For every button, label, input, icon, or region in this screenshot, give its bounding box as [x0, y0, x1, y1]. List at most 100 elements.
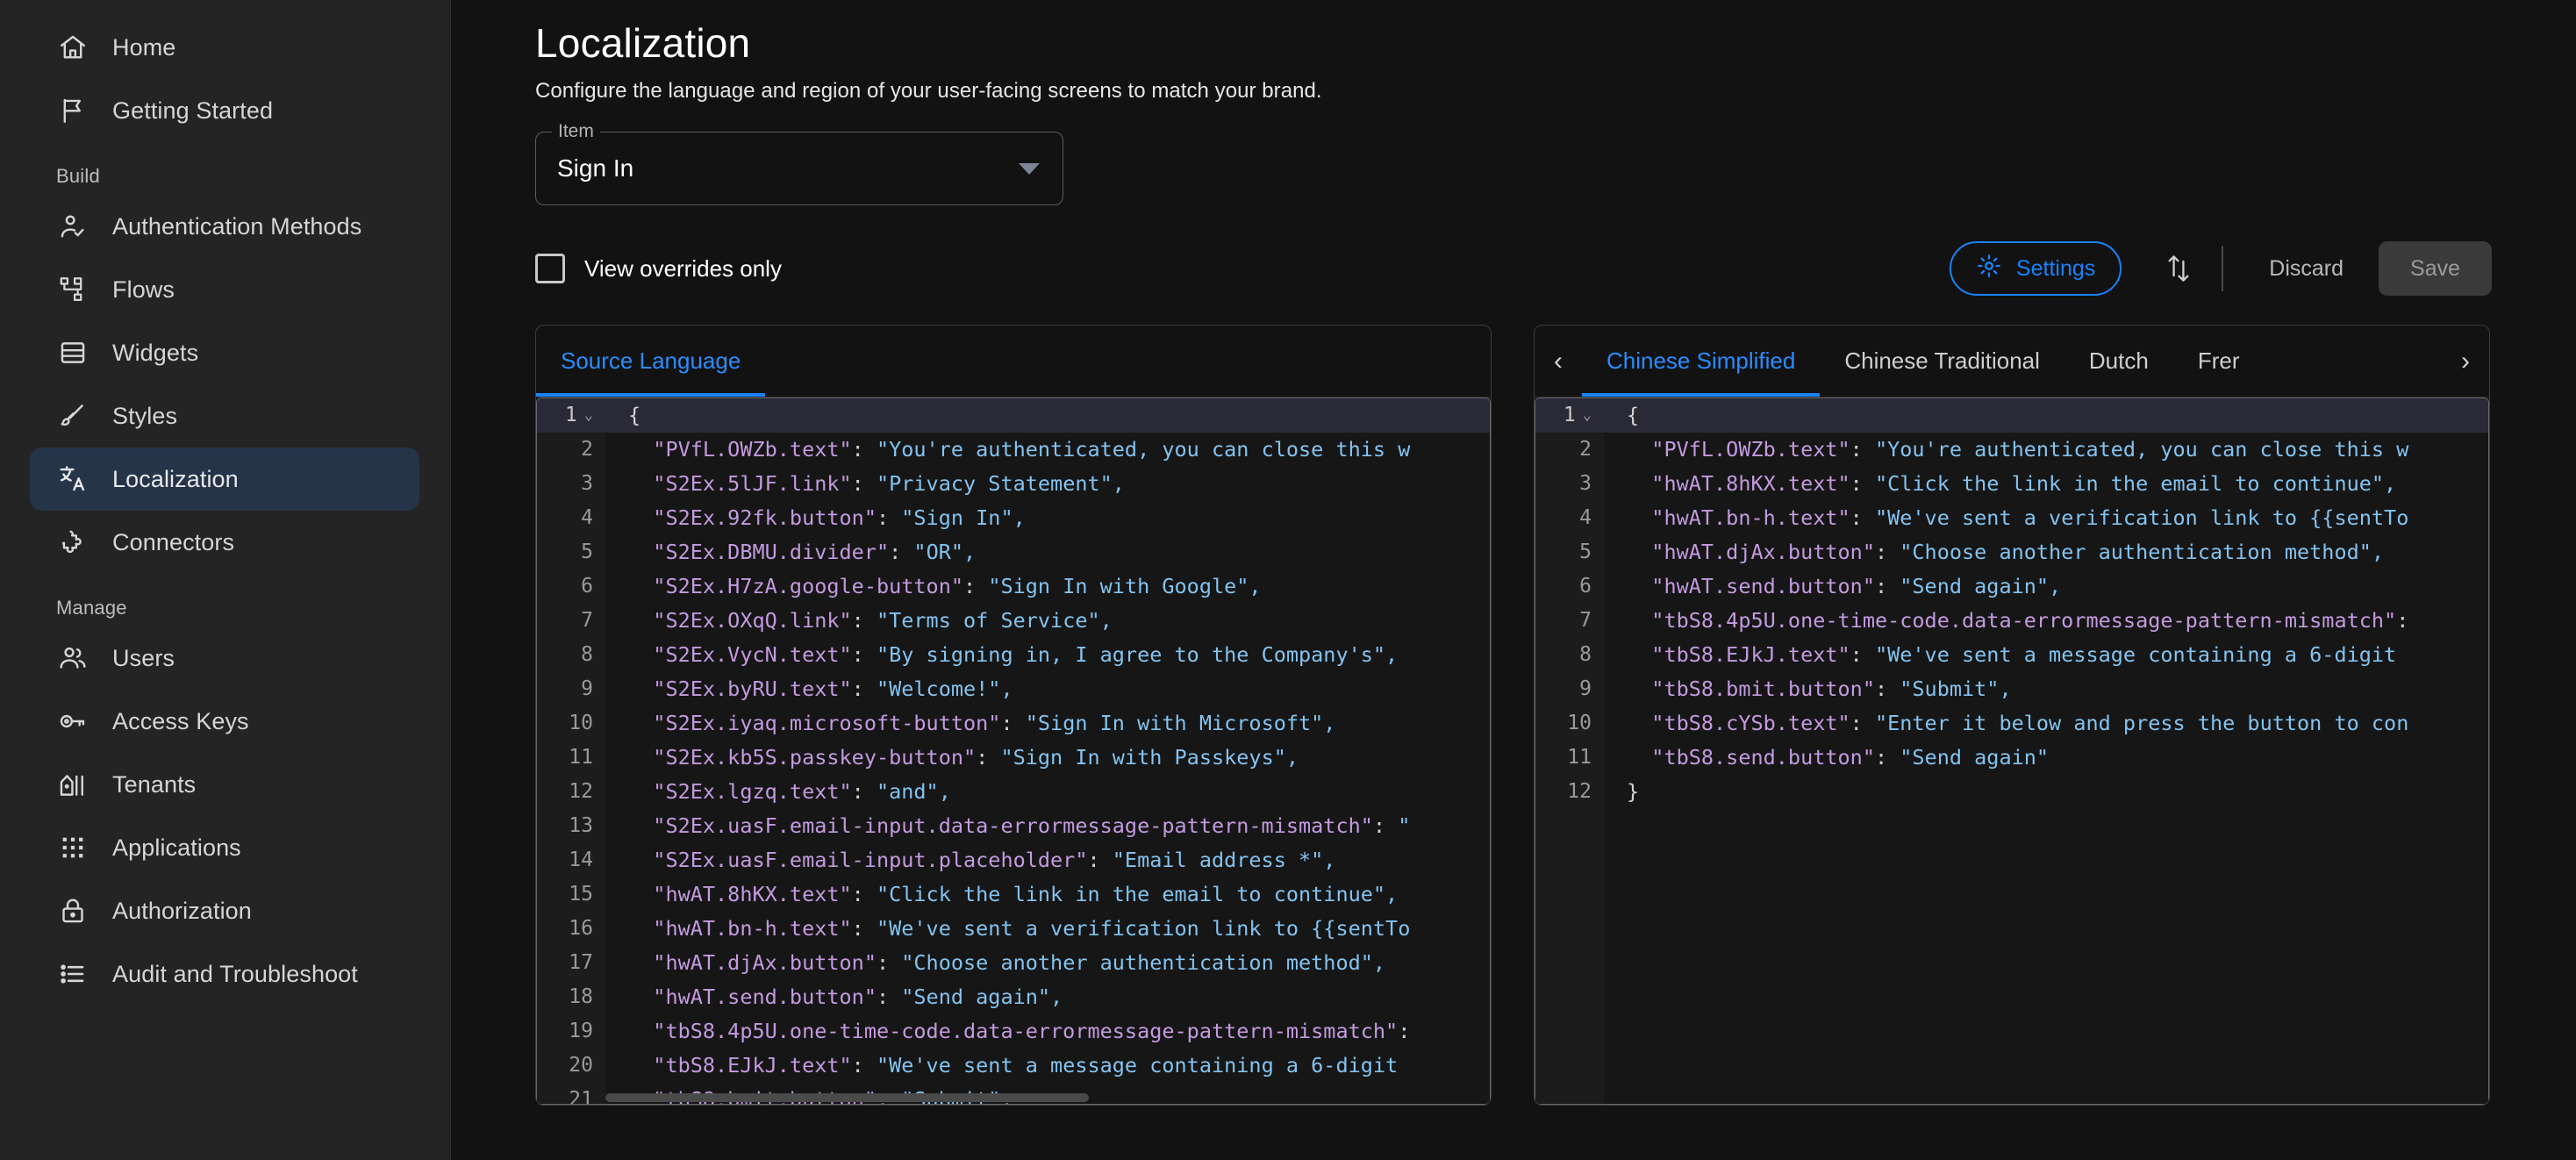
sidebar-item-label: Widgets [112, 340, 198, 367]
list-icon [56, 957, 89, 991]
line-number: 7 [1535, 604, 1604, 638]
source-language-panel: Source Language 1⌄2345678910111213141516… [535, 325, 1492, 1106]
code-line: "S2Ex.OXqQ.link": "Terms of Service", [605, 604, 1490, 638]
sidebar-item-styles[interactable]: Styles [30, 384, 419, 448]
tab-source-language[interactable]: Source Language [536, 326, 765, 397]
line-number: 10 [537, 706, 605, 741]
source-language-editor[interactable]: 1⌄2345678910111213141516171819202122 { "… [536, 397, 1491, 1105]
code-line: { [605, 398, 1490, 433]
code-line: "S2Ex.92fk.button": "Sign In", [605, 501, 1490, 535]
source-language-tabbar: Source Language [536, 326, 1491, 397]
code-line: "tbS8.cYSb.text": "Enter it below and pr… [1604, 706, 2488, 741]
save-button[interactable]: Save [2379, 241, 2492, 296]
line-number: 4 [537, 501, 605, 535]
code-line: "tbS8.4p5U.one-time-code.data-errormessa… [605, 1014, 1490, 1049]
flag-icon [56, 94, 89, 127]
tab-chinese-simplified[interactable]: Chinese Simplified [1582, 326, 1820, 397]
item-select[interactable]: Item Sign In [535, 132, 1063, 205]
sidebar-item-connectors[interactable]: Connectors [30, 511, 419, 574]
tab-label: Frer [2198, 347, 2240, 375]
sidebar-item-applications[interactable]: Applications [30, 816, 419, 879]
translation-panel: ‹ Chinese Simplified Chinese Traditional… [1534, 325, 2490, 1106]
sidebar-item-label: Users [112, 645, 175, 672]
app-root: Home Getting Started Build Authenticatio… [0, 0, 2576, 1160]
code-line: { [1604, 398, 2488, 433]
sidebar-item-label: Flows [112, 276, 175, 304]
line-number: 8 [1535, 638, 1604, 672]
discard-button[interactable]: Discard [2246, 241, 2366, 296]
tab-label: Chinese Traditional [1844, 347, 2040, 375]
code-line: "hwAT.bn-h.text": "We've sent a verifica… [1604, 501, 2488, 535]
line-number: 16 [537, 912, 605, 946]
sidebar-item-tenants[interactable]: Tenants [30, 753, 419, 816]
sidebar-item-flows[interactable]: Flows [30, 258, 419, 321]
chevron-right-icon[interactable]: › [2442, 326, 2489, 397]
sidebar-item-label: Access Keys [112, 708, 249, 735]
line-number: 5 [537, 535, 605, 569]
sidebar-item-access-keys[interactable]: Access Keys [30, 690, 419, 753]
translation-editor[interactable]: 1⌄23456789101112 { "PVfL.OWZb.text": "Yo… [1535, 397, 2489, 1105]
line-number: 13 [537, 809, 605, 843]
code-line: "tbS8.bmit.button": "Submit", [1604, 672, 2488, 706]
settings-button[interactable]: Settings [1950, 241, 2122, 296]
settings-button-label: Settings [2016, 256, 2095, 282]
code-line: "hwAT.send.button": "Send again", [1604, 569, 2488, 604]
sidebar-item-label: Connectors [112, 529, 234, 556]
chevron-left-icon[interactable]: ‹ [1535, 326, 1582, 397]
sidebar-item-authentication-methods[interactable]: Authentication Methods [30, 195, 419, 258]
view-overrides-only-label: View overrides only [584, 255, 782, 283]
editor-panels: Source Language 1⌄2345678910111213141516… [535, 325, 2576, 1106]
sort-updown-icon[interactable] [2146, 241, 2211, 296]
line-number: 12 [537, 775, 605, 809]
line-number: 7 [537, 604, 605, 638]
line-number: 17 [537, 946, 605, 980]
sidebar-item-getting-started[interactable]: Getting Started [30, 79, 419, 142]
item-select-legend: Item [552, 121, 600, 142]
tab-dutch[interactable]: Dutch [2064, 326, 2173, 397]
code-line: "S2Ex.kb5S.passkey-button": "Sign In wit… [605, 741, 1490, 775]
line-number: 19 [537, 1014, 605, 1049]
line-number: 6 [1535, 569, 1604, 604]
source-gutter: 1⌄2345678910111213141516171819202122 [537, 398, 605, 1104]
sidebar-item-localization[interactable]: Localization [30, 448, 419, 511]
code-line: "tbS8.4p5U.one-time-code.data-errormessa… [1604, 604, 2488, 638]
code-line: "hwAT.bn-h.text": "We've sent a verifica… [605, 912, 1490, 946]
sidebar-item-home[interactable]: Home [30, 16, 419, 79]
code-line: "tbS8.EJkJ.text": "We've sent a message … [605, 1049, 1490, 1083]
line-number: 15 [537, 877, 605, 912]
line-number: 9 [1535, 672, 1604, 706]
sidebar-group-manage: Manage [0, 597, 451, 619]
tab-chinese-traditional[interactable]: Chinese Traditional [1820, 326, 2064, 397]
sidebar-item-users[interactable]: Users [30, 627, 419, 690]
toolbar-divider [2222, 246, 2223, 291]
code-line: "S2Ex.uasF.email-input.data-errormessage… [605, 809, 1490, 843]
item-select-value: Sign In [557, 154, 1019, 183]
sidebar-item-audit-and-troubleshoot[interactable]: Audit and Troubleshoot [30, 942, 419, 1006]
line-number: 8 [537, 638, 605, 672]
tab-french[interactable]: Frer [2173, 326, 2265, 397]
source-code[interactable]: { "PVfL.OWZb.text": "You're authenticate… [605, 398, 1490, 1104]
code-line: "S2Ex.byRU.text": "Welcome!", [605, 672, 1490, 706]
gear-icon [1976, 253, 2002, 285]
source-horizontal-scrollbar[interactable] [605, 1093, 1485, 1102]
code-line: "S2Ex.iyaq.microsoft-button": "Sign In w… [605, 706, 1490, 741]
sidebar-item-widgets[interactable]: Widgets [30, 321, 419, 384]
view-overrides-only-checkbox[interactable]: View overrides only [535, 254, 782, 283]
line-number: 3 [537, 467, 605, 501]
page-subtitle: Configure the language and region of you… [535, 79, 2576, 104]
sidebar-group-build: Build [0, 165, 451, 188]
sidebar-item-label: Authorization [112, 898, 252, 925]
sidebar-item-label: Home [112, 34, 175, 61]
line-number: 5 [1535, 535, 1604, 569]
sidebar-item-label: Tenants [112, 771, 196, 798]
page-title: Localization [535, 19, 2576, 67]
sidebar-item-authorization[interactable]: Authorization [30, 879, 419, 942]
line-number: 20 [537, 1049, 605, 1083]
line-number: 21 [537, 1083, 605, 1105]
line-number: 11 [1535, 741, 1604, 775]
sidebar-item-label: Applications [112, 834, 241, 862]
users-icon [56, 641, 89, 675]
fold-chevron-icon: ⌄ [1583, 398, 1592, 433]
brush-icon [56, 399, 89, 433]
translation-code[interactable]: { "PVfL.OWZb.text": "You're authenticate… [1604, 398, 2488, 1104]
